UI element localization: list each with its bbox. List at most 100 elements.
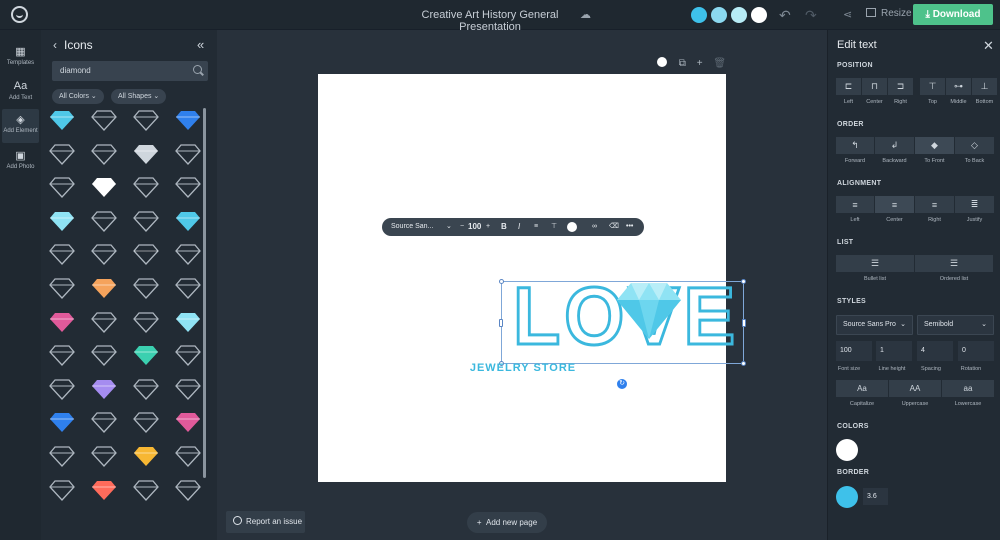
collapse-panel-icon[interactable]: « [197, 37, 204, 52]
resize-handle[interactable] [499, 279, 504, 284]
add-new-page-button[interactable]: + Add new page [467, 512, 547, 533]
diamond-result-icon[interactable] [48, 209, 76, 233]
rail-item-add-text[interactable]: Aa Add Text [2, 76, 39, 110]
palette-swatch-3[interactable] [731, 7, 747, 23]
palette-swatch-2[interactable] [711, 7, 727, 23]
resize-handle[interactable] [499, 319, 503, 327]
diamond-result-icon[interactable] [174, 478, 202, 502]
line-height-input[interactable]: 1 [876, 341, 912, 361]
text-color-icon[interactable] [567, 222, 577, 232]
filter-colors-dropdown[interactable]: All Colors ⌄ [52, 89, 104, 104]
diamond-result-icon[interactable] [90, 343, 118, 367]
diamond-result-icon[interactable] [90, 410, 118, 434]
delete-icon[interactable]: ⌫ [609, 218, 619, 236]
uppercase-button[interactable]: AA [889, 380, 941, 397]
diamond-result-icon[interactable] [174, 242, 202, 266]
backward-button[interactable]: ↲ [875, 137, 914, 154]
font-family-select[interactable]: Source Sans Pro ⌄ [836, 315, 913, 335]
font-family-dropdown[interactable]: Source San... [391, 218, 433, 236]
diamond-result-icon[interactable] [90, 142, 118, 166]
palette-swatch-1[interactable] [691, 7, 707, 23]
border-width-input[interactable]: 3.6 [863, 488, 888, 505]
lowercase-button[interactable]: aa [942, 380, 994, 397]
diamond-result-icon[interactable] [174, 343, 202, 367]
diamond-result-icon[interactable] [90, 444, 118, 468]
resize-button[interactable]: Resize [866, 8, 912, 19]
download-button[interactable]: ⤓ Download [913, 4, 993, 25]
diamond-result-icon[interactable] [174, 310, 202, 334]
diamond-result-icon[interactable] [174, 175, 202, 199]
resize-handle[interactable] [741, 361, 746, 366]
app-logo-icon[interactable] [11, 6, 28, 23]
rail-item-add-photo[interactable]: ▣ Add Photo [2, 145, 39, 179]
diamond-result-icon[interactable] [48, 242, 76, 266]
diamond-result-icon[interactable] [48, 343, 76, 367]
love-headline-graphic[interactable]: LOVE [513, 280, 743, 352]
diamond-result-icon[interactable] [48, 310, 76, 334]
diamond-result-icon[interactable] [132, 410, 160, 434]
diamond-result-icon[interactable] [174, 377, 202, 401]
rotation-input[interactable]: 0 [958, 341, 994, 361]
diamond-result-icon[interactable] [174, 209, 202, 233]
search-icon[interactable] [193, 65, 202, 74]
rail-item-add-element[interactable]: ◈ Add Element [2, 109, 39, 143]
bold-icon[interactable]: B [501, 218, 507, 236]
diamond-result-icon[interactable] [90, 377, 118, 401]
diamond-result-icon[interactable] [48, 377, 76, 401]
diamond-result-icon[interactable] [132, 478, 160, 502]
align-center-button[interactable]: ≡ [875, 196, 914, 213]
share-icon[interactable]: ⋖ [843, 7, 852, 23]
diamond-result-icon[interactable] [48, 410, 76, 434]
align-icon[interactable]: ≡ [534, 218, 538, 236]
chevron-down-icon[interactable]: ⌄ [446, 218, 452, 236]
diamond-result-icon[interactable] [132, 142, 160, 166]
ordered-list-button[interactable]: ☰ [915, 255, 993, 272]
diamond-result-icon[interactable] [132, 444, 160, 468]
duplicate-page-icon[interactable]: ⧉ [679, 58, 686, 69]
font-size-input[interactable]: 100 [836, 341, 872, 361]
align-left-button[interactable]: ≡ [836, 196, 874, 213]
forward-button[interactable]: ↰ [836, 137, 874, 154]
to-front-button[interactable]: ◆ [915, 137, 954, 154]
diamond-result-icon[interactable] [90, 108, 118, 132]
diamond-result-icon[interactable] [132, 175, 160, 199]
text-color-swatch[interactable] [836, 439, 858, 461]
diamond-result-icon[interactable] [132, 276, 160, 300]
border-color-swatch[interactable] [836, 486, 858, 508]
icons-panel-header[interactable]: ‹ Icons [53, 38, 93, 52]
back-arrow-icon[interactable]: ‹ [53, 38, 57, 52]
diamond-result-icon[interactable] [48, 142, 76, 166]
diamond-result-icon[interactable] [132, 242, 160, 266]
position-left-button[interactable]: ⊏ [836, 78, 861, 95]
align-justify-button[interactable]: ≣ [955, 196, 994, 213]
icon-search-input[interactable] [60, 66, 180, 75]
font-weight-select[interactable]: Semibold ⌄ [917, 315, 994, 335]
undo-icon[interactable]: ↶ [779, 7, 791, 23]
diamond-result-icon[interactable] [90, 478, 118, 502]
diamond-result-icon[interactable] [48, 478, 76, 502]
to-back-button[interactable]: ◇ [955, 137, 994, 154]
redo-icon[interactable]: ↷ [805, 7, 817, 23]
diamond-result-icon[interactable] [90, 242, 118, 266]
position-top-button[interactable]: ⊤ [920, 78, 945, 95]
diamond-result-icon[interactable] [90, 310, 118, 334]
diamond-result-icon[interactable] [48, 108, 76, 132]
position-middle-button[interactable]: ⊶ [946, 78, 971, 95]
align-right-button[interactable]: ≡ [915, 196, 954, 213]
link-icon[interactable]: ∞ [592, 218, 597, 236]
close-icon[interactable]: ✕ [983, 38, 994, 54]
diamond-result-icon[interactable] [48, 175, 76, 199]
diamond-result-icon[interactable] [132, 108, 160, 132]
position-bottom-button[interactable]: ⊥ [972, 78, 997, 95]
diamond-result-icon[interactable] [90, 209, 118, 233]
diamond-result-icon[interactable] [48, 444, 76, 468]
position-center-button[interactable]: ⊓ [862, 78, 887, 95]
diamond-result-icon[interactable] [132, 209, 160, 233]
diamond-result-icon[interactable] [174, 410, 202, 434]
icons-scrollbar[interactable] [203, 108, 206, 478]
diamond-result-icon[interactable] [132, 377, 160, 401]
diamond-result-icon[interactable] [132, 343, 160, 367]
bullet-list-button[interactable]: ☰ [836, 255, 914, 272]
capitalize-button[interactable]: Aa [836, 380, 888, 397]
diamond-result-icon[interactable] [90, 175, 118, 199]
